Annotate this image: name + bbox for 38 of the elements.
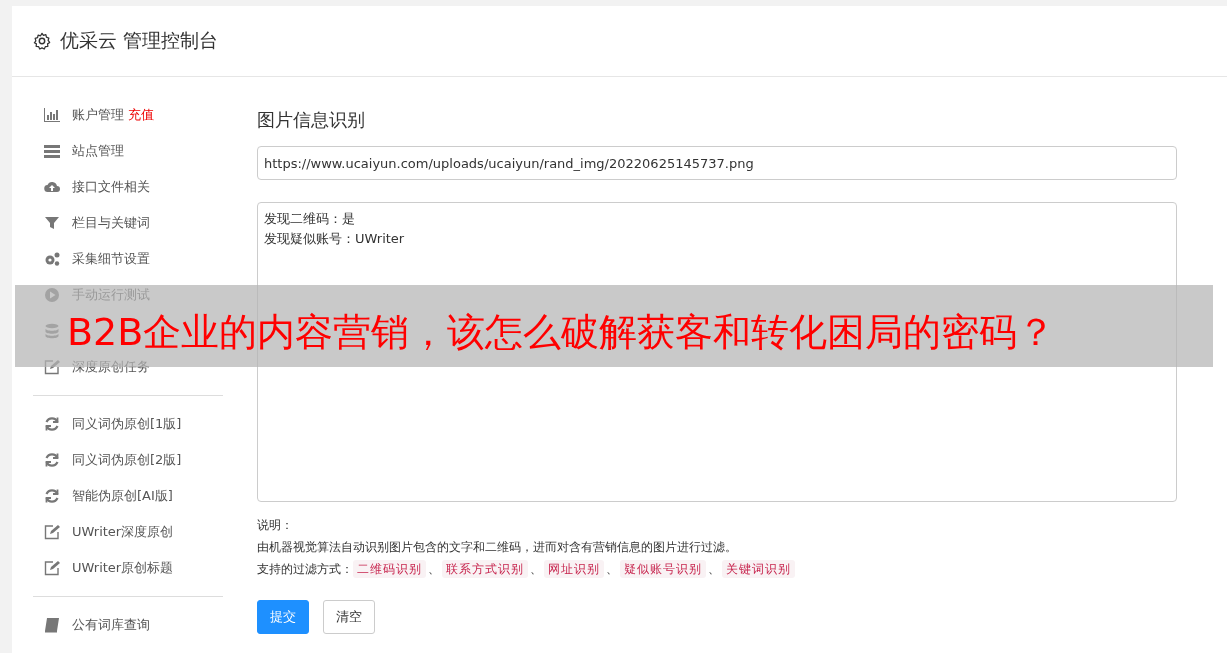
cloud-icon <box>44 179 60 195</box>
filter-tag: 网址识别 <box>544 560 604 578</box>
console-title: 优采云 管理控制台 <box>60 28 219 53</box>
url-field[interactable]: https://www.ucaiyun.com/uploads/ucaiyun/rand_img/20220625145737.png <box>257 146 1177 180</box>
edit-icon <box>44 524 60 540</box>
methods-label: 支持的过滤方式： <box>257 561 353 578</box>
chart-icon <box>44 107 60 123</box>
page-heading: 图片信息识别 <box>257 108 366 132</box>
sidebar-item[interactable]: UWriter深度原创 <box>72 523 174 541</box>
server-icon <box>44 143 60 159</box>
edit-icon <box>44 560 60 576</box>
recharge-link[interactable]: 充值 <box>128 106 154 124</box>
separator: 、 <box>708 561 720 578</box>
clear-button[interactable]: 清空 <box>323 600 375 634</box>
sidebar-item[interactable]: 栏目与关键词 <box>72 214 150 232</box>
sidebar-item[interactable]: 智能伪原创[AI版] <box>72 487 173 505</box>
refresh-icon <box>44 416 60 432</box>
refresh-icon <box>44 452 60 468</box>
sidebar-item[interactable]: 采集细节设置 <box>72 250 150 268</box>
settings-icon <box>33 32 51 50</box>
sidebar-item[interactable]: 账户管理 <box>72 106 124 124</box>
sidebar-item[interactable]: 站点管理 <box>72 142 124 160</box>
filter-tag: 疑似账号识别 <box>620 560 706 578</box>
sidebar-item[interactable]: 接口文件相关 <box>72 178 150 196</box>
filter-tag: 关键词识别 <box>722 560 795 578</box>
filter-tag: 联系方式识别 <box>442 560 528 578</box>
separator: 、 <box>606 561 618 578</box>
notes-description: 由机器视觉算法自动识别图片包含的文字和二维码，进而对含有营销信息的图片进行过滤。 <box>257 539 738 556</box>
notes-heading: 说明： <box>257 517 294 534</box>
separator: 、 <box>428 561 440 578</box>
filter-icon <box>44 215 60 231</box>
separator: 、 <box>530 561 542 578</box>
refresh-icon <box>44 488 60 504</box>
sidebar-item[interactable]: UWriter原创标题 <box>72 559 174 577</box>
sidebar-item[interactable]: 同义词伪原创[1版] <box>72 415 182 433</box>
sidebar-item[interactable]: 公有词库查询 <box>72 616 150 634</box>
filter-tag: 二维码识别 <box>353 560 426 578</box>
sidebar-item[interactable]: 同义词伪原创[2版] <box>72 451 182 469</box>
